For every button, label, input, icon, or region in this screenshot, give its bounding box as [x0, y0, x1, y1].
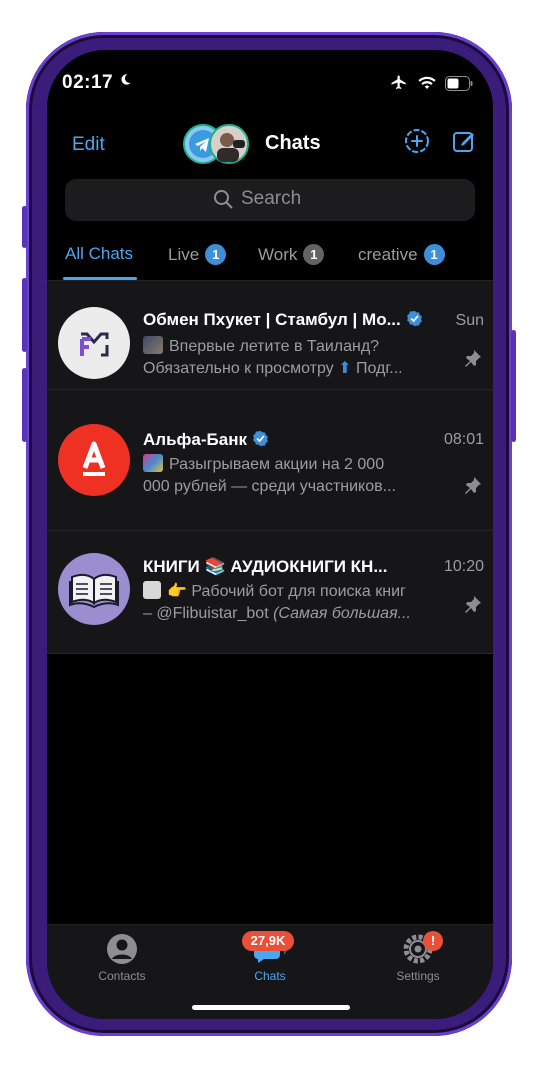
chat-time: 10:20: [443, 558, 484, 575]
chat-name: Обмен Пхукет | Стамбул | Мо...: [143, 310, 401, 329]
folder-tabs: All Chats Live 1 Work 1 creative 1: [47, 236, 493, 281]
search-bar[interactable]: Search: [65, 179, 475, 221]
battery-icon: [445, 75, 473, 91]
verified-icon: [253, 430, 268, 447]
new-story-icon[interactable]: [404, 128, 430, 154]
pin-icon: [465, 596, 481, 613]
tab-label: Live: [168, 244, 200, 264]
page-title: Chats: [265, 132, 321, 154]
book-icon: [69, 573, 119, 609]
chat-name: КНИГИ 📚 АУДИОКНИГИ КН...: [143, 557, 388, 576]
volume-down-button: [22, 368, 27, 442]
chat-row-obmen-phuket[interactable]: Обмен Пхукет | Стамбул | Мо... Sun Вперв…: [47, 281, 493, 390]
unread-badge: 1: [205, 244, 227, 265]
moon-icon: [121, 74, 131, 85]
chat-preview: Впервые летите в Таиланд? Обязательно к …: [143, 336, 455, 380]
preview-line: Обязательно к просмотру: [143, 360, 334, 377]
mute-switch: [22, 206, 27, 248]
avatar: [58, 553, 130, 625]
chat-row-alfa-bank[interactable]: Альфа-Банк 08:01 Разыгрываем акции на 2 …: [47, 390, 493, 531]
preview-line: – @Flibuistar_bot: [143, 605, 269, 622]
image-thumbnail-icon: [143, 454, 163, 472]
avatar: [58, 424, 130, 496]
stories-avatars[interactable]: [183, 124, 259, 164]
chat-title: Обмен Пхукет | Стамбул | Мо...: [143, 310, 455, 330]
header: Edit Chats: [47, 122, 493, 170]
bottom-tab-bar: Contacts Chats 27,9K Settings !: [47, 924, 493, 1019]
active-tab-indicator: [63, 277, 137, 280]
chats-unread-badge: 27,9K: [242, 931, 294, 951]
airplane-icon: [391, 75, 406, 89]
pin-icon: [465, 350, 481, 367]
preview-line-italic: (Самая большая...: [273, 605, 411, 622]
chat-title: Альфа-Банк: [143, 430, 269, 450]
sticker-thumbnail-icon: [143, 581, 161, 599]
unread-badge: 1: [303, 244, 325, 265]
preview-line: 000 рублей — среди участников...: [143, 478, 396, 495]
screen: 02:17 Edit Chats Search All Chats Live 1…: [47, 50, 493, 1019]
search-placeholder: Search: [241, 188, 302, 209]
chat-name: Альфа-Банк: [143, 430, 247, 449]
tab-label: creative: [358, 244, 418, 264]
up-arrow-icon: ⬆: [338, 360, 352, 377]
avatar: [58, 307, 130, 379]
tab-label: Work: [258, 244, 298, 264]
tab-creative[interactable]: creative 1: [358, 244, 445, 265]
preview-line: 👉 Рабочий бот для поиска книг: [167, 583, 406, 600]
chat-preview: Разыгрываем акции на 2 000 000 рублей — …: [143, 454, 455, 498]
chat-list: Обмен Пхукет | Стамбул | Мо... Sun Вперв…: [47, 281, 493, 654]
status-icons: [389, 74, 473, 92]
tab-work[interactable]: Work 1: [258, 244, 325, 265]
status-bar: 02:17: [47, 50, 493, 114]
settings-alert-badge: !: [423, 931, 443, 951]
edit-button[interactable]: Edit: [72, 134, 105, 156]
exchange-logo-icon: [80, 332, 109, 357]
person-photo-icon: [217, 133, 245, 162]
verified-icon: [406, 310, 422, 327]
chat-preview: 👉 Рабочий бот для поиска книг – @Flibuis…: [143, 581, 455, 625]
contacts-icon: [107, 934, 137, 964]
tab-all-chats[interactable]: All Chats: [65, 244, 133, 264]
chat-time: Sun: [455, 312, 484, 329]
chat-row-knigi[interactable]: КНИГИ 📚 АУДИОКНИГИ КН... 10:20 👉 Рабочий…: [47, 531, 493, 654]
volume-up-button: [22, 278, 27, 352]
pin-icon: [465, 477, 481, 494]
search-icon: [214, 190, 233, 209]
unread-badge: 1: [423, 244, 445, 265]
power-button: [511, 330, 516, 442]
status-time: 02:17: [62, 72, 114, 93]
user-story-avatar[interactable]: [209, 124, 249, 164]
chat-time: 08:01: [443, 431, 484, 448]
tab-contacts[interactable]: Contacts: [72, 933, 172, 983]
tab-label: Contacts: [98, 969, 146, 983]
wifi-icon: [418, 76, 436, 89]
tab-live[interactable]: Live 1: [168, 244, 227, 265]
alfa-bank-logo-icon: [82, 441, 106, 476]
preview-line: Разыгрываем акции на 2 000: [169, 456, 385, 473]
preview-line: Впервые летите в Таиланд?: [169, 338, 380, 355]
tab-settings[interactable]: Settings: [368, 933, 468, 983]
tab-label: Settings: [396, 969, 440, 983]
preview-line-tail: Подг...: [355, 360, 403, 377]
tab-label: Chats: [254, 969, 286, 983]
home-indicator[interactable]: [192, 1005, 350, 1010]
video-thumbnail-icon: [143, 336, 163, 354]
compose-icon[interactable]: [451, 128, 477, 154]
tab-label: All Chats: [65, 244, 134, 263]
